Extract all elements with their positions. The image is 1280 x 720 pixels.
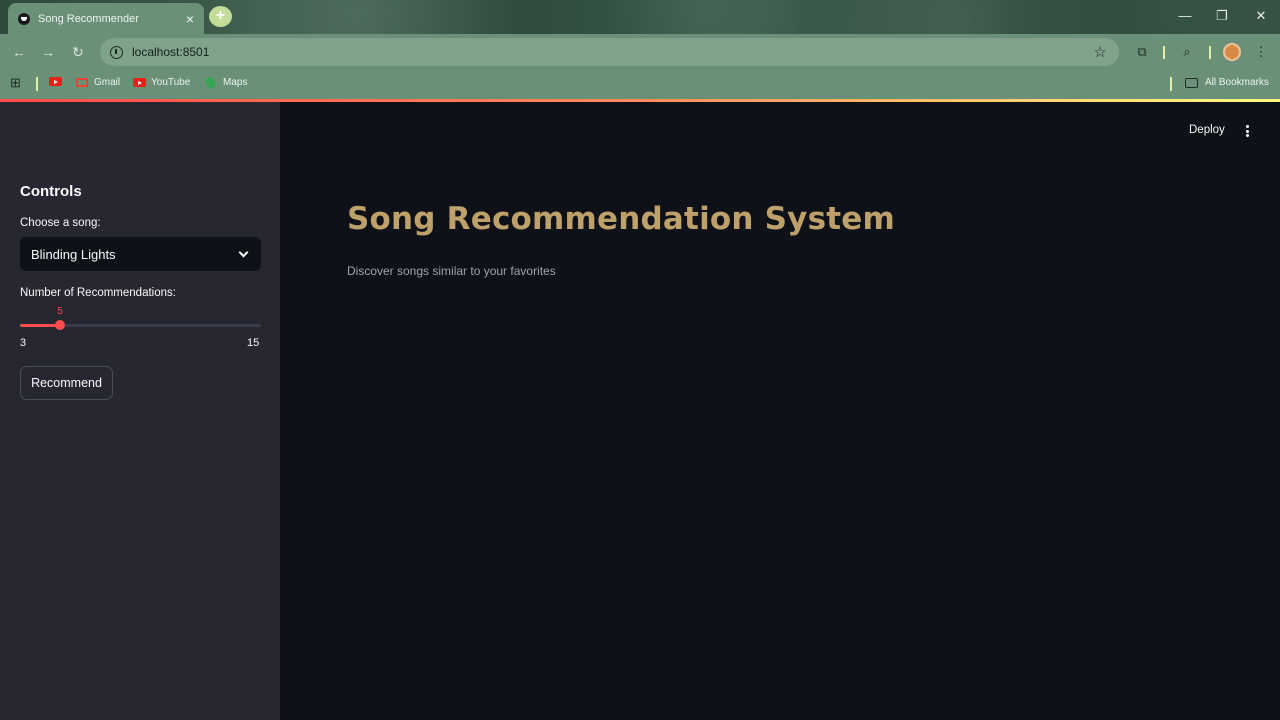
tab-close-icon[interactable]: × [186,12,194,26]
bookmarks-divider [1170,77,1172,91]
browser-tab-strip: Song Recommender × + — ❐ ✕ [0,0,1280,34]
slider-min-label: 3 [20,337,27,349]
recommendations-slider[interactable] [20,320,261,330]
deploy-button[interactable]: Deploy [1189,124,1225,136]
song-select-value: Blinding Lights [31,246,116,262]
lens-icon[interactable]: ⌕ [1179,44,1195,60]
page-title: Song Recommendation System [347,201,895,237]
youtube-icon [49,77,62,86]
bookmark-maps[interactable]: Maps [203,75,248,90]
back-icon[interactable]: ← [10,43,28,61]
slider-value: 5 [57,306,63,317]
apps-grid-icon[interactable]: ⊞ [10,75,21,91]
maps-icon [203,75,218,90]
bookmark-youtube[interactable]: YouTube [133,77,190,88]
browser-tab[interactable]: Song Recommender × [8,3,204,34]
browser-toolbar: ← → ↻ localhost:8501 ☆ ⧉ ⌕ ⋮ [0,34,1280,70]
url-text[interactable]: localhost:8501 [132,45,1094,59]
new-tab-button[interactable]: + [209,6,232,27]
restore-icon[interactable]: ❐ [1203,0,1241,34]
bookmark-label: Maps [223,77,248,88]
toolbar-divider [1163,46,1165,59]
song-select[interactable]: Blinding Lights [20,237,261,271]
forward-icon[interactable]: → [39,43,57,61]
window-close-icon[interactable]: ✕ [1242,0,1280,34]
toolbar-divider [1209,46,1211,59]
youtube-shortcut[interactable] [49,77,67,86]
minimize-icon[interactable]: — [1166,0,1204,34]
tab-title: Song Recommender [38,12,139,25]
page-subtitle: Discover songs similar to your favorites [347,264,556,278]
browser-menu-icon[interactable]: ⋮ [1253,44,1269,60]
bookmarks-divider [36,77,38,91]
gmail-icon [76,78,88,87]
sidebar-title: Controls [20,183,82,200]
reload-icon[interactable]: ↻ [69,43,87,61]
slider-thumb[interactable] [55,320,66,330]
bookmark-label: Gmail [94,77,121,88]
site-info-icon[interactable] [110,45,123,59]
streamlit-favicon-icon [18,12,30,25]
app-menu-icon[interactable] [1246,125,1250,137]
recommendations-label: Number of Recommendations: [20,287,176,299]
recommend-button[interactable]: Recommend [20,366,113,400]
profile-avatar[interactable] [1223,43,1241,61]
address-bar[interactable]: localhost:8501 ☆ [100,38,1119,66]
bookmark-label: YouTube [151,77,191,88]
slider-max-label: 15 [247,337,260,349]
bookmark-star-icon[interactable]: ☆ [1094,43,1107,61]
folder-icon [1185,77,1198,88]
all-bookmarks[interactable]: All Bookmarks [1185,77,1269,88]
main-content: Deploy Song Recommendation System Discov… [280,102,1280,720]
chevron-down-icon [238,247,249,257]
all-bookmarks-label: All Bookmarks [1205,77,1269,88]
song-select-label: Choose a song: [20,217,101,229]
extensions-icon[interactable]: ⧉ [1134,44,1150,60]
sidebar: Controls Choose a song: Blinding Lights … [0,102,280,720]
bookmarks-bar: ⊞ Gmail YouTube Maps All Bookmarks [0,70,1280,99]
slider-fill [20,324,61,327]
bookmark-gmail[interactable]: Gmail [76,77,120,88]
youtube-icon [133,78,146,87]
